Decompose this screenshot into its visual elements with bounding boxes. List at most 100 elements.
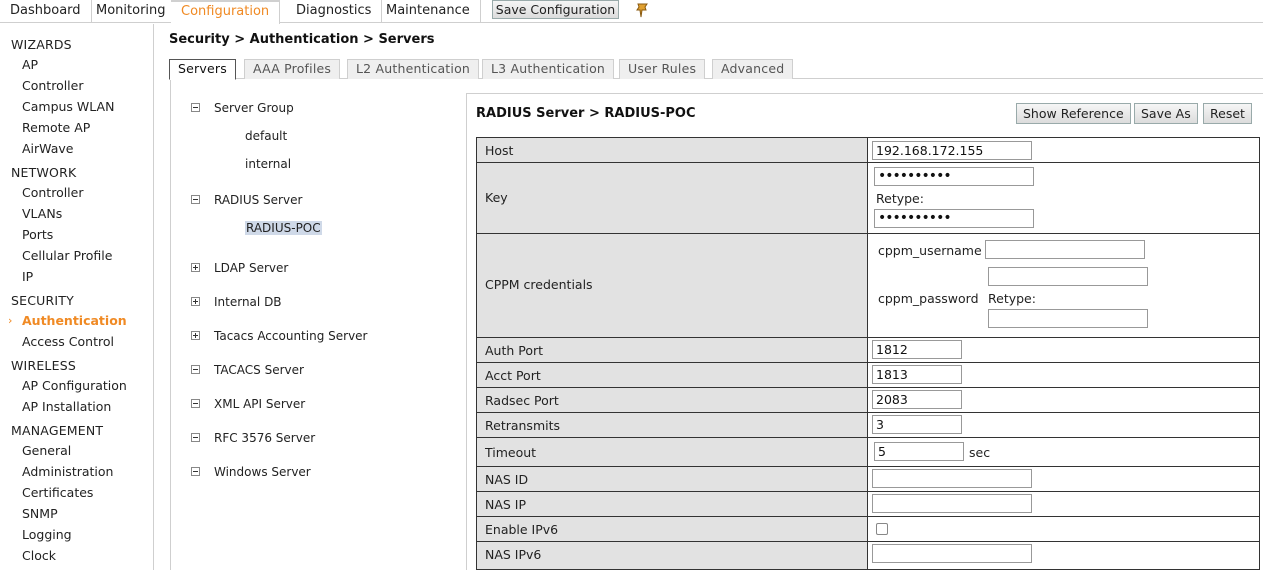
tab-l2-authentication[interactable]: L2 Authentication (347, 59, 480, 79)
retransmits-input[interactable]: 3 (872, 415, 962, 434)
tree-node-label: TACACS Server (214, 363, 304, 377)
radsec-port-input[interactable]: 2083 (872, 390, 962, 409)
tree-node-tacacs-server[interactable]: TACACS Server (191, 363, 304, 377)
sidebar-item-ports[interactable]: Ports (22, 227, 53, 242)
collapse-icon[interactable] (191, 195, 200, 204)
sidebar-item-ap-installation[interactable]: AP Installation (22, 399, 111, 414)
sidebar-heading-wizards: WIZARDS (11, 37, 72, 52)
cppm-username-input[interactable] (985, 240, 1145, 259)
reset-button[interactable]: Reset (1203, 103, 1252, 124)
acct-port-input[interactable]: 1813 (872, 365, 962, 384)
sidebar-item-remote-ap[interactable]: Remote AP (22, 120, 90, 135)
tab-aaa-profiles[interactable]: AAA Profiles (244, 59, 341, 79)
tree-node-label: RADIUS Server (214, 193, 303, 207)
nas-ipv6-label: NAS IPv6 (485, 547, 542, 562)
tree-node-tacacs-accounting[interactable]: Tacacs Accounting Server (191, 329, 368, 343)
tree-node-label: LDAP Server (214, 261, 289, 275)
save-configuration-button[interactable]: Save Configuration (492, 0, 619, 19)
tree-node-xml-api[interactable]: XML API Server (191, 397, 305, 411)
tree-node-ldap-server[interactable]: LDAP Server (191, 261, 288, 275)
tree-leaf-default[interactable]: default (245, 129, 287, 143)
collapse-icon[interactable] (191, 399, 200, 408)
row-host: Host 192.168.172.155 (476, 137, 1260, 163)
tab-advanced[interactable]: Advanced (712, 59, 794, 79)
sidebar-item-snmp[interactable]: SNMP (22, 506, 58, 521)
sidebar-heading-management: MANAGEMENT (11, 423, 104, 438)
row-acct-port: Acct Port 1813 (476, 363, 1260, 388)
timeout-unit: sec (969, 445, 991, 460)
tab-servers[interactable]: Servers (169, 59, 236, 80)
save-as-button[interactable]: Save As (1134, 103, 1198, 124)
cppm-retype-input[interactable] (988, 309, 1148, 328)
tab-diagnostics[interactable]: Diagnostics (286, 0, 383, 23)
auth-port-input[interactable]: 1812 (872, 340, 962, 359)
sidebar-heading-wireless: WIRELESS (11, 358, 76, 373)
auth-port-label: Auth Port (485, 343, 544, 358)
cppm-password-label: cppm_password (878, 291, 979, 306)
expand-icon[interactable] (191, 263, 200, 272)
sidebar-item-ap-wizard[interactable]: AP (22, 57, 38, 72)
sidebar-item-cellular-profile[interactable]: Cellular Profile (22, 248, 112, 263)
tree-node-radius-server[interactable]: RADIUS Server (191, 193, 302, 207)
expand-icon[interactable] (191, 297, 200, 306)
tab-monitoring[interactable]: Monitoring (86, 0, 177, 23)
sidebar-item-authentication[interactable]: Authentication (22, 313, 127, 328)
cppm-password-input[interactable] (988, 267, 1148, 286)
cppm-retype-label: Retype: (988, 291, 1036, 306)
tree-node-label: Server Group (214, 101, 294, 115)
sidebar-item-ap-configuration[interactable]: AP Configuration (22, 378, 127, 393)
radsec-port-label: Radsec Port (485, 393, 559, 408)
cppm-label: CPPM credentials (485, 277, 593, 292)
sidebar-item-controller-wizard[interactable]: Controller (22, 78, 84, 93)
expand-icon[interactable] (191, 331, 200, 340)
show-reference-button[interactable]: Show Reference (1016, 103, 1131, 124)
retransmits-label: Retransmits (485, 418, 561, 433)
sidebar-item-airwave[interactable]: AirWave (22, 141, 73, 156)
tree-node-internal-db[interactable]: Internal DB (191, 295, 282, 309)
server-tree: Server Group default internal RADIUS Ser… (170, 80, 466, 570)
sidebar-item-logging[interactable]: Logging (22, 527, 72, 542)
sidebar-item-controller[interactable]: Controller (22, 185, 84, 200)
tree-leaf-internal[interactable]: internal (245, 157, 291, 171)
tab-maintenance[interactable]: Maintenance (376, 0, 481, 23)
sidebar-item-vlans[interactable]: VLANs (22, 206, 62, 221)
sidebar-item-certificates[interactable]: Certificates (22, 485, 93, 500)
host-input[interactable]: 192.168.172.155 (872, 141, 1032, 160)
sidebar-item-administration[interactable]: Administration (22, 464, 113, 479)
sidebar-item-clock[interactable]: Clock (22, 548, 56, 563)
tab-configuration[interactable]: Configuration (171, 0, 281, 24)
sidebar-item-ip[interactable]: IP (22, 269, 33, 284)
row-auth-port: Auth Port 1812 (476, 338, 1260, 363)
sidebar-item-access-control[interactable]: Access Control (22, 334, 114, 349)
tree-node-server-group[interactable]: Server Group (191, 101, 294, 115)
row-timeout: Timeout 5 sec (476, 438, 1260, 467)
timeout-input[interactable]: 5 (874, 442, 964, 461)
breadcrumb: Security > Authentication > Servers (169, 32, 435, 47)
row-nas-ip: NAS IP (476, 492, 1260, 517)
key-retype-input[interactable]: •••••••••• (874, 209, 1034, 228)
collapse-icon[interactable] (191, 433, 200, 442)
sidebar: WIZARDS AP Controller Campus WLAN Remote… (0, 24, 154, 570)
tab-dashboard[interactable]: Dashboard (0, 0, 92, 23)
row-nas-ipv6: NAS IPv6 (476, 542, 1260, 570)
collapse-icon[interactable] (191, 467, 200, 476)
sidebar-item-campus-wlan[interactable]: Campus WLAN (22, 99, 114, 114)
sidebar-item-general[interactable]: General (22, 443, 71, 458)
tree-node-label: XML API Server (214, 397, 306, 411)
row-enable-ipv6: Enable IPv6 (476, 517, 1260, 542)
nas-ipv6-input[interactable] (872, 544, 1032, 563)
collapse-icon[interactable] (191, 365, 200, 374)
nas-ip-input[interactable] (872, 494, 1032, 513)
nas-id-input[interactable] (872, 469, 1032, 488)
tree-leaf-radius-poc[interactable]: RADIUS-POC (245, 221, 322, 235)
row-nas-id: NAS ID (476, 467, 1260, 492)
row-radsec-port: Radsec Port 2083 (476, 388, 1260, 413)
tab-user-rules[interactable]: User Rules (619, 59, 706, 79)
tree-node-rfc3576[interactable]: RFC 3576 Server (191, 431, 315, 445)
pin-icon[interactable] (634, 1, 652, 19)
tab-l3-authentication[interactable]: L3 Authentication (482, 59, 615, 79)
enable-ipv6-checkbox[interactable] (876, 523, 888, 535)
tree-node-windows-server[interactable]: Windows Server (191, 465, 311, 479)
key-input[interactable]: •••••••••• (874, 167, 1034, 186)
collapse-icon[interactable] (191, 103, 200, 112)
